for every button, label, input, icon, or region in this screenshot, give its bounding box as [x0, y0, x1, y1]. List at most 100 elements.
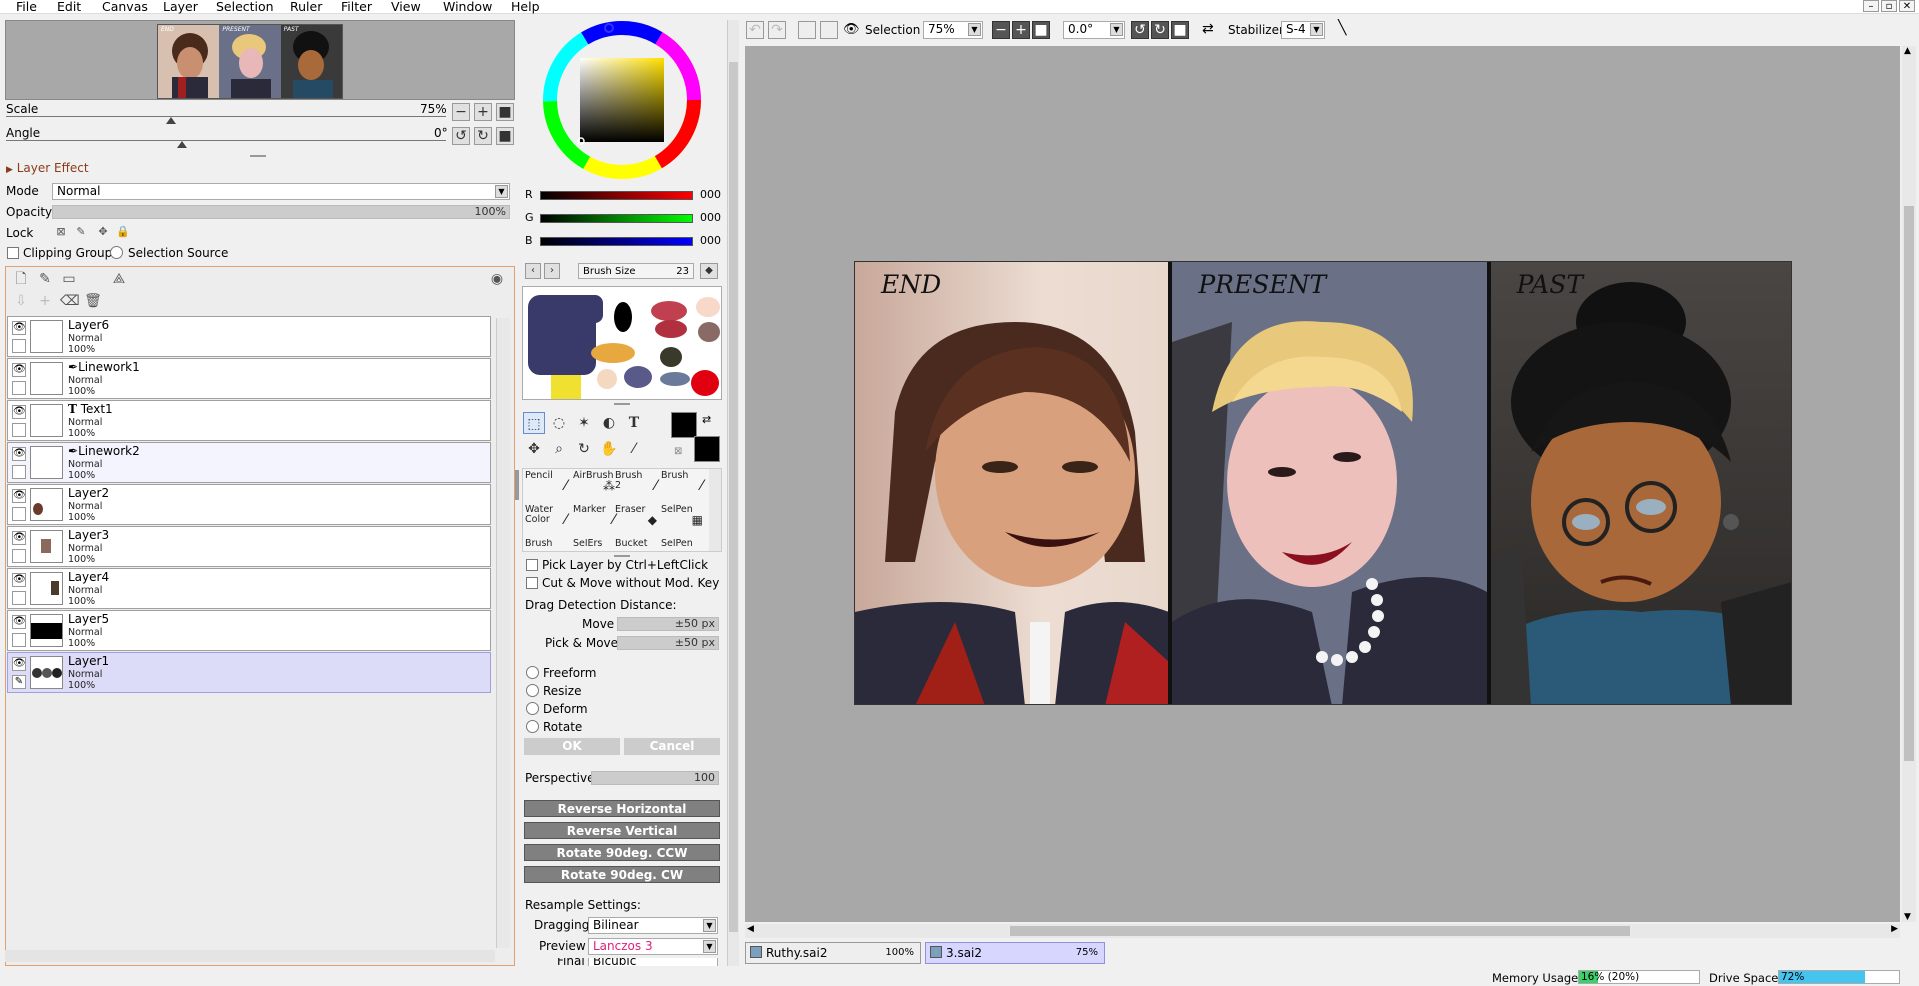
blend-mode-select[interactable]: Normal ▼	[52, 183, 510, 200]
document-tab[interactable]: Ruthy.sai2 100%	[745, 942, 921, 964]
zoom-out-toolbar-button[interactable]: −	[992, 21, 1010, 39]
clear-layer-icon[interactable]: ⌫	[60, 292, 80, 310]
layer-lock-icon[interactable]	[12, 465, 26, 479]
move-tool-icon[interactable]: ✥	[523, 438, 545, 460]
cut-move-checkbox[interactable]	[526, 577, 538, 589]
angle-slider-thumb[interactable]	[177, 141, 187, 148]
layer-row-selected[interactable]: 👁 ✎ Layer1 Normal 100%	[7, 652, 491, 693]
rectangle-select-tool-icon[interactable]: ⬚	[523, 412, 545, 434]
zoom-select[interactable]: 75% ▼	[923, 21, 983, 39]
stabilizer-select[interactable]: S-4 ▼	[1281, 21, 1325, 39]
perspective-slider[interactable]: 100	[591, 771, 719, 785]
pick-move-distance-slider[interactable]: ±50 px	[617, 636, 719, 650]
transparent-color-icon[interactable]: ⊠	[674, 446, 682, 457]
brush-slot-watercolor[interactable]: Water Color ⁄	[525, 505, 571, 538]
redo-icon[interactable]: ↷	[768, 21, 786, 39]
layer-lock-icon[interactable]	[12, 507, 26, 521]
brush-slot-selers[interactable]: SelErs	[573, 539, 619, 551]
layer-list-hscrollbar[interactable]	[5, 950, 495, 962]
brush-size-preset-icon[interactable]: ◆	[700, 263, 718, 279]
final-select[interactable]: Bicubic	[588, 958, 718, 966]
scroll-right-icon[interactable]: ▶	[1891, 924, 1898, 934]
brush-slot-airbrush[interactable]: AirBrush ⁂	[573, 471, 619, 504]
eyedropper-tool-icon[interactable]: ⁄	[623, 438, 645, 460]
eye-icon[interactable]: 👁	[12, 489, 26, 503]
lock-all-icon[interactable]: 🔒	[116, 223, 130, 241]
rotate-left-button[interactable]: ↺	[452, 127, 470, 145]
scale-slider[interactable]	[6, 116, 446, 117]
layer-effect-header[interactable]: ▶ Layer Effect	[6, 161, 89, 175]
lasso-tool-icon[interactable]: ◌	[548, 412, 570, 434]
dragging-select[interactable]: Bilinear ▼	[588, 917, 718, 934]
brush-palette-scrollbar[interactable]	[709, 469, 721, 551]
eye-icon[interactable]: 👁	[12, 615, 26, 629]
resize-radio[interactable]	[526, 684, 539, 697]
shape-tool-icon[interactable]: ◐	[598, 412, 620, 434]
layer-row[interactable]: 👁 Layer6 Normal 100%	[7, 316, 491, 357]
eye-icon[interactable]: 👁	[12, 321, 26, 335]
clipping-group-checkbox[interactable]	[7, 247, 19, 259]
tool-panel-scrollbar[interactable]	[727, 20, 739, 966]
angle-select[interactable]: 0.0° ▼	[1063, 21, 1125, 39]
layer-row[interactable]: 👁 ✒Linework2 Normal 100%	[7, 442, 491, 483]
panel-splitter[interactable]	[250, 155, 266, 157]
background-color-swatch[interactable]	[694, 436, 720, 462]
zoom-out-button[interactable]: −	[452, 103, 470, 121]
menu-layer[interactable]: Layer	[161, 0, 200, 13]
eye-icon[interactable]: 👁	[12, 531, 26, 545]
scroll-up-icon[interactable]: ▲	[1904, 46, 1911, 56]
menu-filter[interactable]: Filter	[339, 0, 374, 13]
layer-row[interactable]: 👁 Layer2 Normal 100%	[7, 484, 491, 525]
layer-row[interactable]: 👁 Layer4 Normal 100%	[7, 568, 491, 609]
brush-slot-brush2[interactable]: Brush 2 ⁄	[615, 471, 661, 504]
layer-row[interactable]: 👁 ✒Linework1 Normal 100%	[7, 358, 491, 399]
restore-button[interactable]: ▫	[1881, 0, 1897, 12]
eye-icon[interactable]: 👁	[12, 657, 26, 671]
new-linework-layer-icon[interactable]: ✎	[36, 270, 54, 288]
lock-move-icon[interactable]: ✥	[96, 223, 110, 241]
menu-ruler[interactable]: Ruler	[288, 0, 324, 13]
red-slider[interactable]	[540, 191, 693, 200]
layer-lock-icon[interactable]	[12, 423, 26, 437]
pick-layer-checkbox[interactable]	[526, 559, 538, 571]
canvas-vscrollbar[interactable]: ▲ ▼	[1902, 46, 1916, 922]
magic-wand-tool-icon[interactable]: ✶	[573, 412, 595, 434]
undo-icon[interactable]: ↶	[746, 21, 764, 39]
scale-slider-thumb[interactable]	[166, 117, 176, 124]
rotate-right-button[interactable]: ↻	[474, 127, 492, 145]
brush-slot-bucket[interactable]: Bucket	[615, 539, 661, 551]
cancel-button[interactable]: Cancel	[624, 738, 720, 755]
blue-slider[interactable]	[540, 237, 693, 246]
rotate-radio[interactable]	[526, 720, 539, 733]
brush-slot-brush-3[interactable]: Brush	[525, 539, 571, 551]
invert-selection-icon[interactable]	[820, 21, 838, 39]
rotate-reset-button[interactable]: ■	[496, 127, 514, 145]
menu-selection[interactable]: Selection	[214, 0, 276, 13]
panel-splitter[interactable]	[614, 403, 630, 405]
brush-slot-pencil[interactable]: Pencil ⁄	[525, 471, 571, 504]
straight-line-icon[interactable]: ╲	[1338, 20, 1346, 36]
freeform-radio[interactable]	[526, 666, 539, 679]
foreground-color-swatch[interactable]	[671, 412, 697, 438]
rotate-ccw-button[interactable]: Rotate 90deg. CCW	[524, 844, 720, 861]
preview-select[interactable]: Lanczos 3 ▼	[588, 938, 718, 955]
blue-slider-row[interactable]: B 000	[525, 234, 721, 248]
reverse-horizontal-button[interactable]: Reverse Horizontal	[524, 800, 720, 817]
menu-edit[interactable]: Edit	[55, 0, 83, 13]
eye-icon[interactable]: 👁	[12, 573, 26, 587]
zoom-reset-button[interactable]: ■	[496, 103, 514, 121]
rotate-tool-icon[interactable]: ↻	[573, 438, 595, 460]
layer-lock-icon[interactable]	[12, 549, 26, 563]
text-tool-icon[interactable]: T	[623, 412, 645, 434]
eye-icon[interactable]: 👁	[12, 447, 26, 461]
size-down-button[interactable]: ‹	[525, 263, 541, 279]
angle-slider[interactable]	[6, 140, 446, 141]
layer-panel-toggle-icon[interactable]: ◉	[488, 270, 506, 288]
document-tab-active[interactable]: 3.sai2 75%	[925, 942, 1105, 964]
new-layer-icon[interactable]: 🗋	[12, 270, 30, 288]
hand-tool-icon[interactable]: ✋	[598, 438, 620, 460]
menu-window[interactable]: Window	[441, 0, 494, 13]
red-slider-row[interactable]: R 000	[525, 188, 721, 202]
zoom-in-button[interactable]: +	[474, 103, 492, 121]
selection-source-checkbox[interactable]	[110, 246, 123, 259]
